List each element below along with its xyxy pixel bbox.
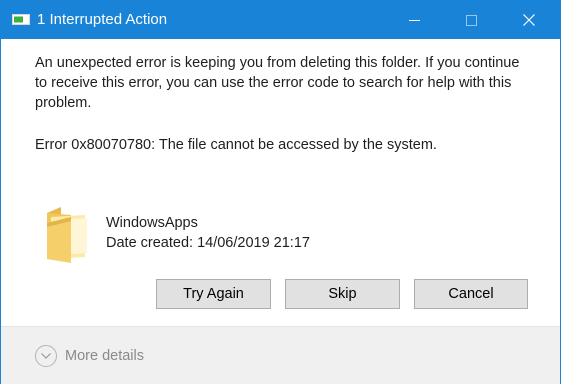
minimize-button[interactable] (391, 1, 437, 39)
minimize-icon (408, 19, 420, 21)
cancel-button[interactable]: Cancel (414, 279, 528, 309)
error-message: An unexpected error is keeping you from … (35, 55, 520, 111)
folder-icon (47, 207, 87, 263)
try-again-button[interactable]: Try Again (156, 279, 271, 309)
maximize-button[interactable] (448, 1, 494, 39)
item-date-created: Date created: 14/06/2019 21:17 (106, 235, 310, 251)
error-code: Error 0x80070780: The file cannot be acc… (35, 137, 437, 153)
more-details-label: More details (65, 348, 144, 364)
maximize-icon (465, 14, 477, 26)
window-title: 1 Interrupted Action (37, 11, 168, 28)
item-name: WindowsApps (106, 215, 198, 231)
interrupted-action-dialog: 1 Interrupted Action An unexpected error… (0, 0, 561, 384)
close-button[interactable] (506, 1, 552, 39)
chevron-down-icon (35, 345, 57, 367)
app-progress-icon (12, 14, 30, 25)
more-details-toggle[interactable]: More details (35, 344, 144, 368)
close-icon (523, 14, 535, 26)
title-bar[interactable]: 1 Interrupted Action (1, 1, 560, 39)
skip-button[interactable]: Skip (285, 279, 400, 309)
dialog-footer: More details (1, 326, 560, 384)
